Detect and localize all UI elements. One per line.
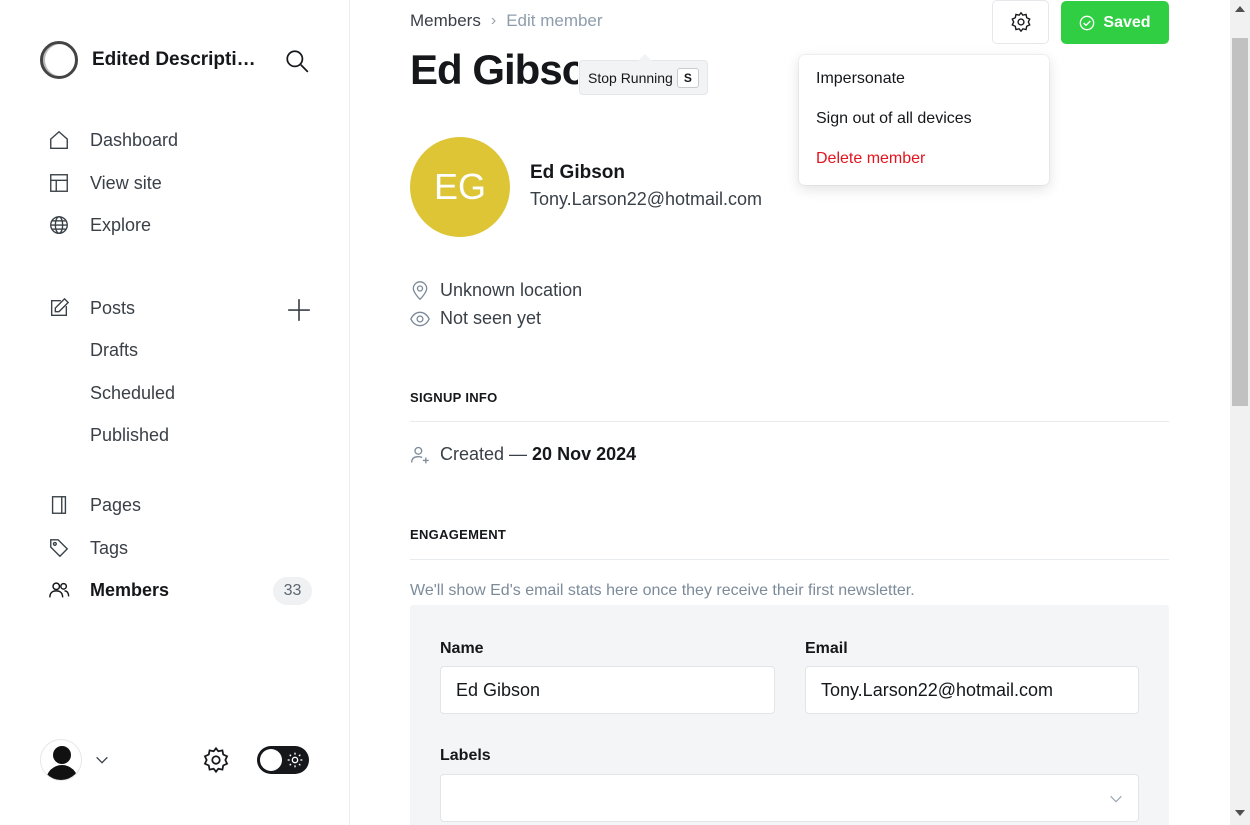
created-label: Created — bbox=[440, 444, 528, 464]
chevron-down-icon bbox=[96, 756, 108, 764]
engagement-note: We'll show Ed's email stats here once th… bbox=[410, 582, 915, 599]
edit-icon bbox=[46, 295, 72, 321]
sidebar: Edited Description of Ghost Dashboard Vi… bbox=[0, 0, 350, 825]
members-count-badge: 33 bbox=[273, 577, 312, 605]
member-avatar: EG bbox=[410, 137, 510, 237]
eye-icon bbox=[410, 311, 430, 326]
sidebar-item-label: Pages bbox=[90, 494, 142, 515]
sidebar-item-view-site[interactable]: View site bbox=[46, 169, 162, 197]
stop-running-tooltip: Stop Running S bbox=[579, 54, 708, 95]
sidebar-item-label: Tags bbox=[90, 537, 129, 558]
member-actions-button[interactable] bbox=[992, 0, 1049, 44]
settings-gear-icon[interactable] bbox=[202, 746, 230, 774]
page-icon bbox=[46, 492, 72, 518]
check-circle-icon bbox=[1080, 15, 1095, 30]
globe-icon bbox=[46, 212, 72, 238]
shortcut-key: S bbox=[676, 67, 699, 88]
sidebar-item-pages[interactable]: Pages bbox=[46, 491, 141, 519]
scroll-up-arrow[interactable] bbox=[1235, 6, 1245, 12]
tag-icon bbox=[46, 535, 72, 561]
email-field[interactable]: Tony.Larson22@hotmail.com bbox=[805, 666, 1139, 714]
labels-label: Labels bbox=[440, 747, 491, 764]
main-content: Members › Edit member Ed Gibson Stop Run… bbox=[350, 0, 1230, 825]
created-info: Created — 20 Nov 2024 bbox=[410, 444, 636, 465]
menu-item-sign-out-all[interactable]: Sign out of all devices bbox=[799, 99, 1049, 139]
sidebar-item-scheduled[interactable]: Scheduled bbox=[90, 383, 175, 404]
breadcrumb: Members › Edit member bbox=[410, 11, 603, 31]
user-add-icon bbox=[411, 446, 429, 463]
page-scrollbar[interactable] bbox=[1230, 0, 1250, 825]
member-location: Unknown location bbox=[410, 280, 582, 301]
site-logo[interactable] bbox=[40, 41, 78, 79]
sidebar-item-label: Members bbox=[90, 579, 170, 600]
site-header: Edited Description of Ghost bbox=[40, 40, 310, 80]
chevron-down-icon bbox=[1110, 795, 1122, 803]
sidebar-item-dashboard[interactable]: Dashboard bbox=[46, 126, 178, 154]
sidebar-item-label: Posts bbox=[90, 297, 136, 318]
divider bbox=[410, 559, 1169, 560]
sidebar-item-explore[interactable]: Explore bbox=[46, 211, 151, 239]
site-title[interactable]: Edited Description of Ghost bbox=[92, 49, 262, 71]
name-label: Name bbox=[440, 640, 484, 657]
sidebar-item-label: View site bbox=[90, 172, 162, 193]
sidebar-item-tags[interactable]: Tags bbox=[46, 534, 128, 562]
sidebar-item-published[interactable]: Published bbox=[90, 425, 169, 446]
toggle-knob bbox=[260, 749, 282, 771]
member-actions-menu: Impersonate Sign out of all devices Dele… bbox=[799, 55, 1049, 185]
email-label: Email bbox=[805, 640, 848, 657]
created-date: 20 Nov 2024 bbox=[532, 444, 637, 464]
menu-item-delete-member[interactable]: Delete member bbox=[799, 139, 1049, 179]
sidebar-item-drafts[interactable]: Drafts bbox=[90, 340, 138, 361]
user-menu[interactable] bbox=[40, 739, 110, 781]
scroll-down-arrow[interactable] bbox=[1235, 810, 1245, 816]
engagement-heading: ENGAGEMENT bbox=[410, 527, 507, 542]
member-form: Name Ed Gibson Email Tony.Larson22@hotma… bbox=[410, 605, 1169, 825]
chevron-right-icon: › bbox=[490, 12, 497, 29]
page-title: Ed Gibson bbox=[410, 46, 578, 93]
sun-icon bbox=[287, 752, 303, 768]
scroll-thumb[interactable] bbox=[1232, 38, 1248, 406]
member-last-seen: Not seen yet bbox=[410, 308, 541, 329]
location-text: Unknown location bbox=[440, 280, 583, 300]
layout-icon bbox=[46, 170, 72, 196]
breadcrumb-current: Edit member bbox=[506, 11, 603, 30]
labels-select[interactable] bbox=[440, 774, 1139, 822]
home-icon bbox=[46, 127, 72, 153]
seen-text: Not seen yet bbox=[440, 308, 542, 328]
breadcrumb-members-link[interactable]: Members bbox=[410, 11, 481, 31]
sidebar-item-members[interactable]: Members bbox=[46, 576, 169, 604]
saved-label: Saved bbox=[1103, 13, 1151, 31]
name-field[interactable]: Ed Gibson bbox=[440, 666, 775, 714]
sidebar-item-label: Dashboard bbox=[90, 129, 179, 150]
sidebar-item-posts[interactable]: Posts bbox=[46, 294, 135, 322]
search-icon[interactable] bbox=[284, 48, 310, 74]
members-icon bbox=[46, 577, 72, 603]
saved-button[interactable]: Saved bbox=[1061, 1, 1169, 44]
gear-icon bbox=[1010, 11, 1031, 33]
member-name: Ed Gibson bbox=[530, 162, 625, 183]
theme-toggle[interactable] bbox=[257, 746, 309, 774]
signup-info-heading: SIGNUP INFO bbox=[410, 390, 498, 405]
menu-item-impersonate[interactable]: Impersonate bbox=[799, 59, 1049, 99]
avatar bbox=[40, 739, 82, 781]
sidebar-item-label: Explore bbox=[90, 214, 152, 235]
tooltip-label: Stop Running bbox=[588, 69, 673, 86]
location-pin-icon bbox=[412, 280, 428, 300]
member-email: Tony.Larson22@hotmail.com bbox=[530, 189, 763, 209]
divider bbox=[410, 421, 1169, 422]
new-post-plus-icon[interactable] bbox=[286, 297, 312, 323]
